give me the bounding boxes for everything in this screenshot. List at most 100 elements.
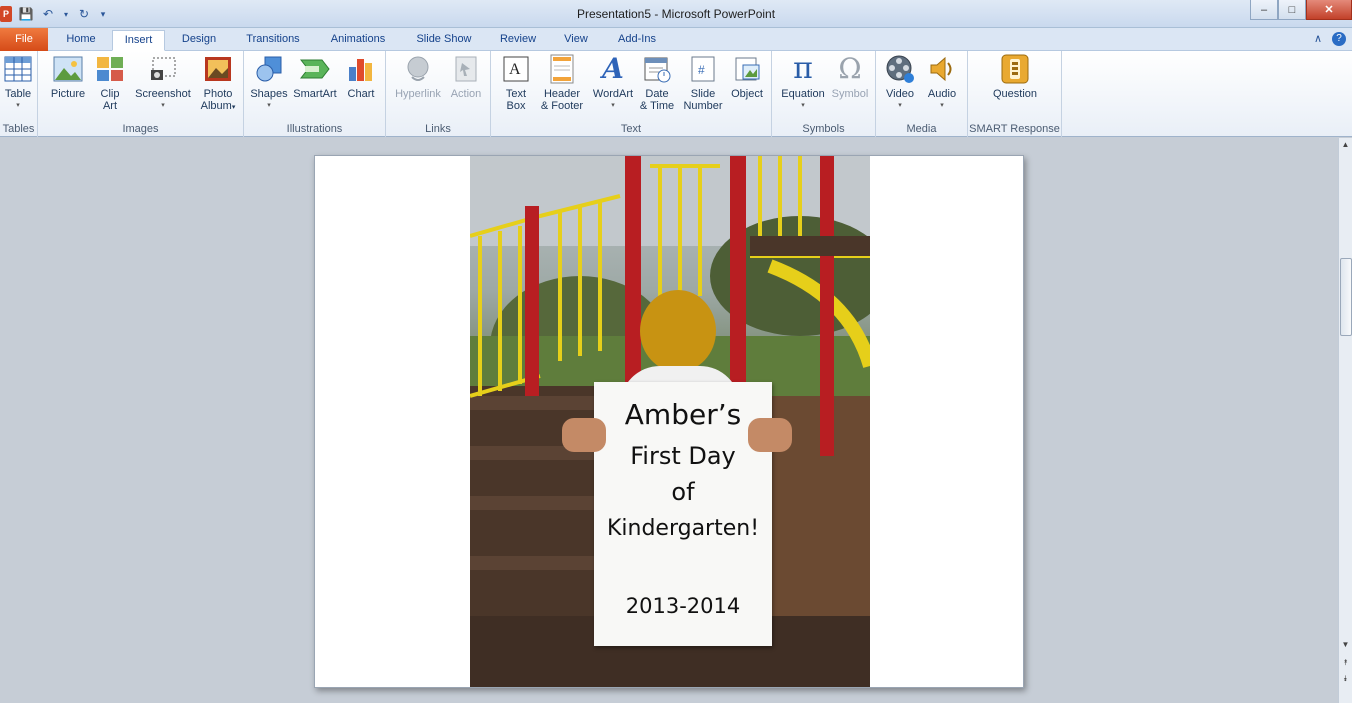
shapes-button[interactable]: Shapes ▾ xyxy=(250,54,288,112)
previous-slide-icon[interactable]: ⯭ xyxy=(1339,658,1352,670)
tab-animations[interactable]: Animations xyxy=(320,30,396,51)
group-label-text: Text xyxy=(620,123,642,135)
group-tables: Table ▾ Tables xyxy=(0,51,38,137)
date-time-icon xyxy=(642,54,672,84)
minimize-ribbon-icon[interactable]: ∧ xyxy=(1314,32,1322,46)
wordart-icon: A xyxy=(602,52,624,85)
hyperlink-icon xyxy=(403,54,433,84)
clip-art-button[interactable]: Clip Art xyxy=(94,54,126,112)
vertical-scrollbar[interactable]: ▲ ▼ ⯭ ⯯ xyxy=(1338,138,1352,703)
group-label-tables: Tables xyxy=(2,123,35,135)
close-button[interactable]: ✕ xyxy=(1306,0,1352,20)
date-time-button[interactable]: Date & Time xyxy=(639,54,675,112)
slide-canvas[interactable]: Amber’s First Day of Kindergarten! 2013-… xyxy=(314,155,1024,688)
window-controls: – □ ✕ xyxy=(1250,0,1352,20)
group-label-symbols: Symbols xyxy=(802,123,845,135)
table-icon xyxy=(3,54,33,84)
group-label-smart-response: SMART Response xyxy=(969,123,1060,135)
group-illustrations: Shapes ▾ SmartArt Chart Illustrations xyxy=(244,51,386,137)
text-box-button[interactable]: A Text Box xyxy=(497,54,535,112)
chart-icon xyxy=(346,54,376,84)
minimize-button[interactable]: – xyxy=(1250,0,1278,20)
picture-icon xyxy=(53,54,83,84)
svg-text:#: # xyxy=(698,63,705,77)
tab-transitions[interactable]: Transitions xyxy=(236,30,310,51)
smartart-button[interactable]: SmartArt xyxy=(292,54,338,100)
save-icon[interactable]: 💾 xyxy=(18,6,34,22)
symbol-button[interactable]: Ω Symbol xyxy=(828,54,872,101)
sign-poster: Amber’s First Day of Kindergarten! 2013-… xyxy=(594,382,772,646)
title-bar: P 💾 ↶ ▾ ↻ ▾ Presentation5 - Microsoft Po… xyxy=(0,0,1352,28)
slide-number-icon: # xyxy=(688,54,718,84)
tab-home[interactable]: Home xyxy=(58,30,104,51)
tab-review[interactable]: Review xyxy=(492,30,544,51)
next-slide-icon[interactable]: ⯯ xyxy=(1339,674,1352,686)
group-text: A Text Box Header & Footer A WordArt ▾ Date… xyxy=(491,51,772,137)
equation-button[interactable]: π Equation ▾ xyxy=(776,54,830,112)
right-hand xyxy=(748,418,792,452)
poster-line-first-day: First Day xyxy=(630,442,736,470)
object-button[interactable]: Object xyxy=(727,54,767,100)
hyperlink-button[interactable]: Hyperlink xyxy=(390,54,446,100)
group-label-links: Links xyxy=(425,123,451,135)
header-footer-icon xyxy=(547,54,577,84)
smartart-icon xyxy=(300,54,330,84)
poster-name: Amber’s xyxy=(624,398,742,431)
group-label-illustrations: Illustrations xyxy=(286,123,343,135)
ribbon-tab-bar: File Home Insert Design Transitions Anim… xyxy=(0,28,1352,51)
photo-album-button[interactable]: Photo Album▾ xyxy=(198,54,238,114)
group-symbols: π Equation ▾ Ω Symbol Symbols xyxy=(772,51,876,137)
poster-line-of: of xyxy=(671,478,695,506)
scroll-thumb[interactable] xyxy=(1340,258,1352,336)
ribbon-insert: Table ▾ Tables Picture Clip Art Screenshot… xyxy=(0,51,1352,137)
left-hand xyxy=(562,418,606,452)
group-links: Hyperlink Action Links xyxy=(386,51,491,137)
customize-toolbar-icon[interactable]: ▾ xyxy=(98,6,108,22)
group-smart-response: Question SMART Response xyxy=(968,51,1062,137)
table-button[interactable]: Table ▾ xyxy=(2,54,34,112)
screenshot-icon xyxy=(148,54,178,84)
tab-slide-show[interactable]: Slide Show xyxy=(406,30,482,51)
text-box-icon: A xyxy=(501,54,531,84)
maximize-button[interactable]: □ xyxy=(1278,0,1306,20)
clip-art-icon xyxy=(95,54,125,84)
action-icon xyxy=(451,54,481,84)
video-icon xyxy=(885,54,915,84)
slide-number-button[interactable]: # Slide Number xyxy=(679,54,727,112)
quick-access-toolbar: P 💾 ↶ ▾ ↻ ▾ xyxy=(0,4,108,24)
help-icon[interactable]: ? xyxy=(1332,32,1346,46)
chart-button[interactable]: Chart xyxy=(342,54,380,100)
tab-add-ins[interactable]: Add-Ins xyxy=(608,30,666,51)
question-button[interactable]: Question xyxy=(984,54,1046,100)
video-button[interactable]: Video ▾ xyxy=(880,54,920,112)
undo-dropdown-icon[interactable]: ▾ xyxy=(62,6,70,22)
scroll-down-icon[interactable]: ▼ xyxy=(1339,640,1352,652)
object-icon xyxy=(732,54,762,84)
wordart-button[interactable]: A WordArt ▾ xyxy=(589,54,637,112)
picture-button[interactable]: Picture xyxy=(48,54,88,100)
shapes-icon xyxy=(254,54,284,84)
audio-button[interactable]: Audio ▾ xyxy=(922,54,962,112)
scroll-up-icon[interactable]: ▲ xyxy=(1339,140,1352,152)
clicker-icon xyxy=(1000,54,1030,84)
group-label-media: Media xyxy=(906,123,937,135)
header-footer-button[interactable]: Header & Footer xyxy=(537,54,587,112)
photo-album-icon xyxy=(203,54,233,84)
powerpoint-logo-icon[interactable]: P xyxy=(0,6,12,22)
slide-editing-area: Amber’s First Day of Kindergarten! 2013-… xyxy=(0,138,1338,703)
poster-year: 2013-2014 xyxy=(625,594,741,618)
group-images: Picture Clip Art Screenshot ▾ Photo Album▾ … xyxy=(38,51,244,137)
action-button[interactable]: Action xyxy=(446,54,486,100)
redo-icon[interactable]: ↻ xyxy=(76,6,92,22)
tab-view[interactable]: View xyxy=(554,30,598,51)
speaker-icon xyxy=(927,54,957,84)
undo-icon[interactable]: ↶ xyxy=(40,6,56,22)
tab-insert[interactable]: Insert xyxy=(112,30,165,51)
tab-design[interactable]: Design xyxy=(172,30,226,51)
ribbon-right-controls: ∧ ? xyxy=(1314,32,1346,46)
screenshot-button[interactable]: Screenshot ▾ xyxy=(132,54,194,112)
pi-icon: π xyxy=(793,51,813,86)
window-title: Presentation5 - Microsoft PowerPoint xyxy=(576,7,776,21)
tab-file[interactable]: File xyxy=(0,28,48,51)
playground-photo[interactable]: Amber’s First Day of Kindergarten! 2013-… xyxy=(470,156,870,687)
